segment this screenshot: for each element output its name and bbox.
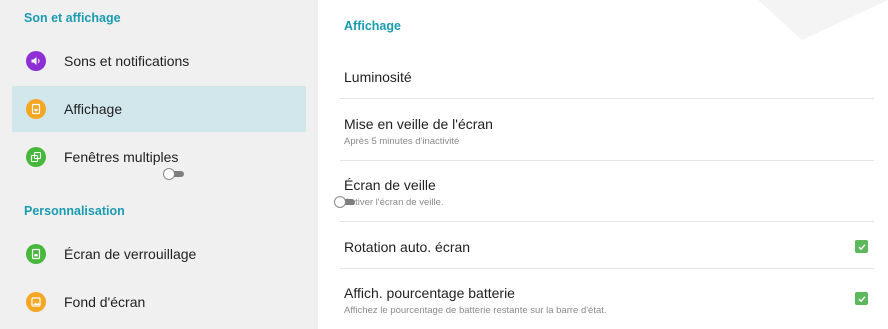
setting-subtitle: Activer l'écran de veille.: [344, 197, 444, 208]
header-decoration: [758, 0, 888, 40]
setting-row-auto-rotate[interactable]: Rotation auto. écran: [340, 221, 874, 268]
sidebar-item-sounds-notifications[interactable]: Sons et notifications: [12, 38, 306, 84]
sidebar-item-wallpaper[interactable]: Fond d'écran: [12, 279, 306, 325]
setting-title: Luminosité: [344, 69, 412, 85]
lock-screen-icon: [26, 244, 46, 264]
section-header-personalization: Personnalisation: [24, 204, 125, 218]
checkmark-icon: [857, 295, 866, 302]
settings-sidebar: Son et affichage Sons et notifications A…: [0, 0, 318, 329]
setting-subtitle: Après 5 minutes d'inactivité: [344, 136, 460, 147]
setting-row-battery-percentage[interactable]: Affich. pourcentage batterie Affichez le…: [340, 268, 874, 327]
section-header-sound-display: Son et affichage: [24, 11, 121, 25]
multi-window-icon: [26, 147, 46, 167]
settings-detail-pane: Affichage Luminosité Mise en veille de l…: [318, 0, 888, 329]
multi-window-toggle[interactable]: [163, 168, 185, 180]
sidebar-item-label: Écran de verrouillage: [64, 246, 197, 262]
sidebar-item-label: Affichage: [64, 101, 123, 117]
setting-title: Rotation auto. écran: [344, 239, 471, 255]
sidebar-item-display[interactable]: Affichage: [12, 86, 306, 132]
sidebar-item-label: Fenêtres multiples: [64, 149, 179, 165]
sidebar-item-label: Sons et notifications: [64, 53, 190, 69]
wallpaper-icon: [26, 292, 46, 312]
page-title: Affichage: [344, 19, 401, 33]
setting-row-brightness[interactable]: Luminosité: [340, 52, 874, 98]
setting-row-screen-timeout[interactable]: Mise en veille de l'écran Après 5 minute…: [340, 98, 874, 160]
battery-percentage-checkbox[interactable]: [855, 292, 868, 305]
setting-row-screensaver[interactable]: Écran de veille Activer l'écran de veill…: [334, 160, 874, 221]
sidebar-item-label: Fond d'écran: [64, 294, 146, 310]
display-icon: [26, 99, 46, 119]
speaker-icon: [26, 51, 46, 71]
setting-title: Mise en veille de l'écran: [344, 116, 493, 132]
sidebar-item-multi-window[interactable]: Fenêtres multiples: [12, 134, 306, 180]
auto-rotate-checkbox[interactable]: [855, 240, 868, 253]
setting-subtitle: Affichez le pourcentage de batterie rest…: [344, 305, 607, 316]
setting-title: Écran de veille: [344, 177, 436, 193]
setting-title: Affich. pourcentage batterie: [344, 285, 515, 301]
sidebar-item-lock-screen[interactable]: Écran de verrouillage: [12, 231, 306, 277]
checkmark-icon: [857, 243, 866, 250]
